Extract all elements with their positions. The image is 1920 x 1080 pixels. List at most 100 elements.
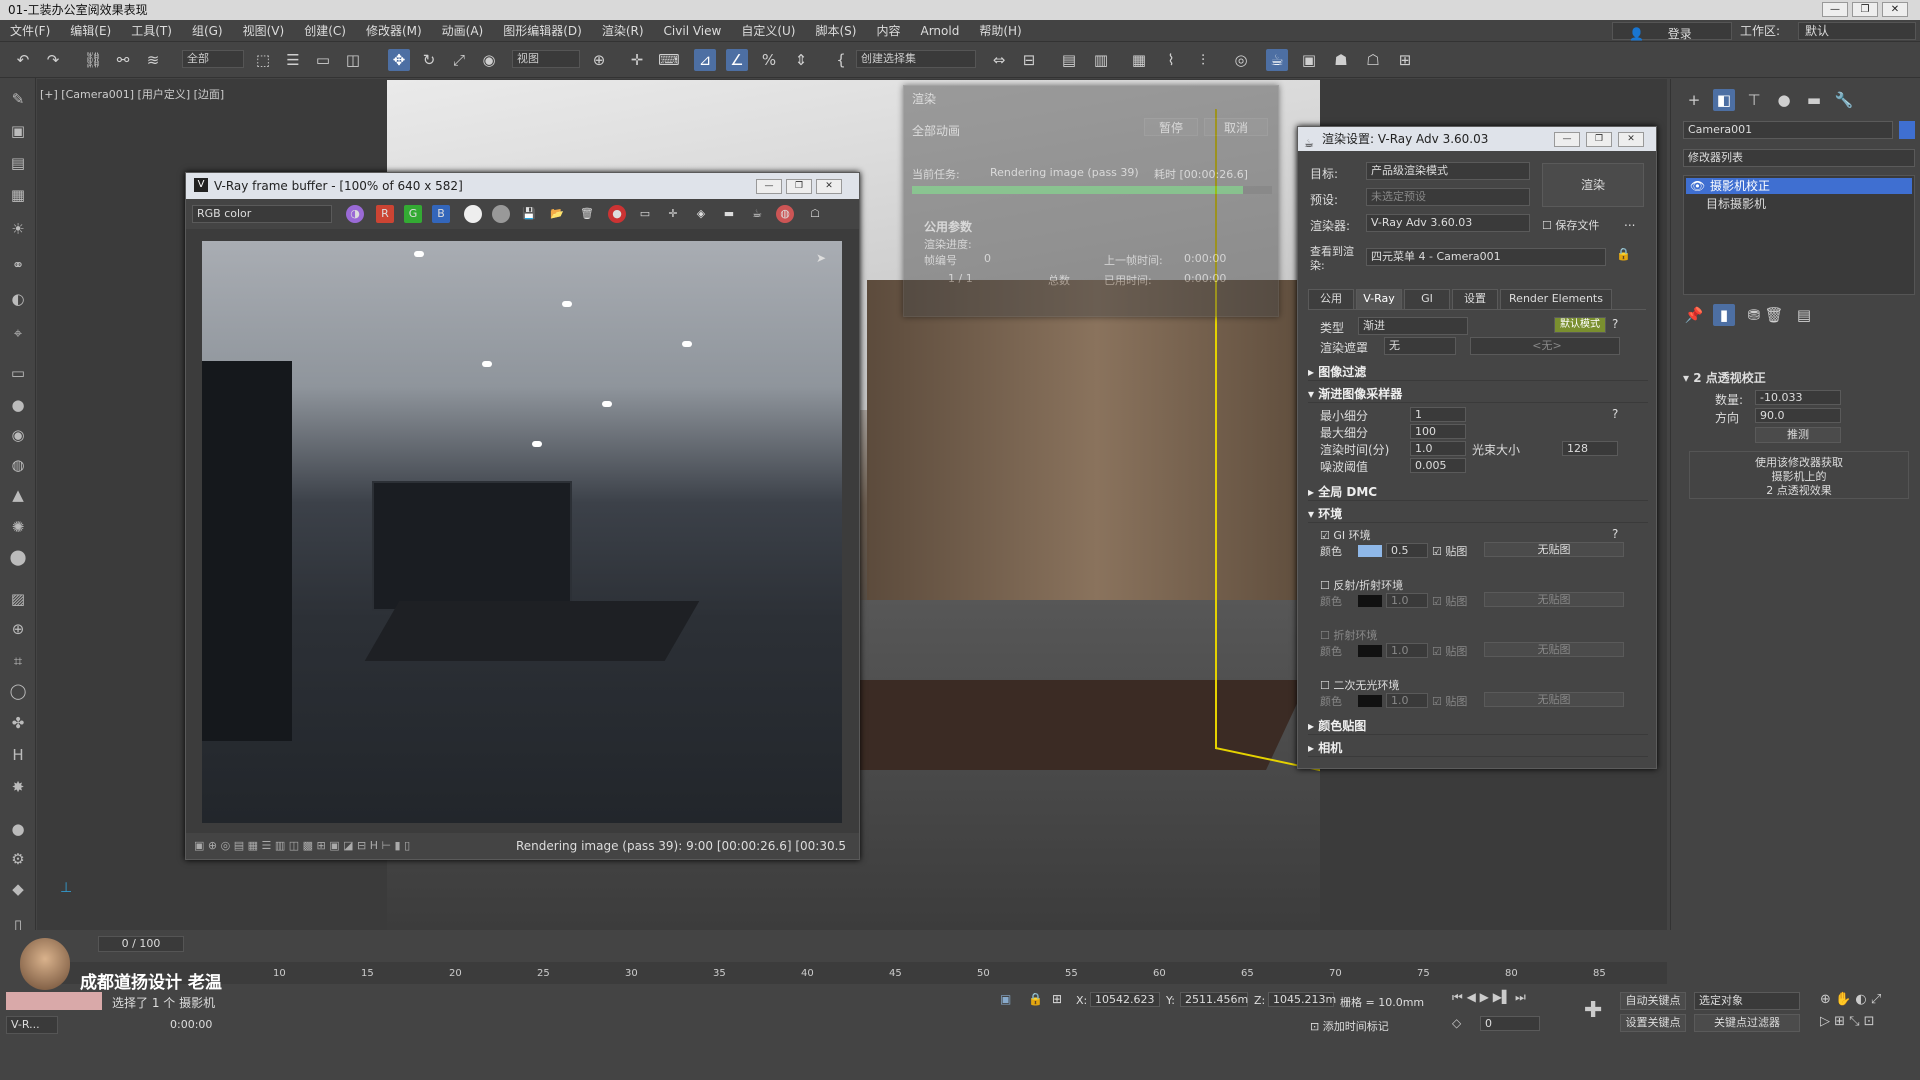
region-render-icon[interactable]: ✛ [664,205,682,223]
tab-gi[interactable]: GI [1404,289,1450,309]
layer-explorer-icon[interactable]: ▥ [1090,49,1112,71]
menu-civil-view[interactable]: Civil View [654,20,732,42]
menu-customize[interactable]: 自定义(U) [731,20,805,42]
menu-scripting[interactable]: 脚本(S) [805,20,866,42]
cube-blue-icon[interactable]: ◆ [7,878,29,900]
secondary-multiplier-spinner[interactable]: 1.0 [1386,693,1428,708]
menu-view[interactable]: 视图(V) [233,20,295,42]
secondary-map-checkbox[interactable]: ☑ 贴图 [1432,693,1467,709]
frame-slider[interactable]: 0 / 100 [98,936,184,952]
menu-group[interactable]: 组(G) [182,20,233,42]
interactive-render-icon[interactable]: ◍ [776,205,794,223]
color-pick-icon[interactable]: ◑ [346,205,364,223]
gi-map-checkbox[interactable]: ☑ 贴图 [1432,543,1467,559]
create-tab-icon[interactable]: + [1683,89,1705,111]
load-image-icon[interactable]: 📂 [548,205,566,223]
timeline[interactable]: 10 15 20 25 30 35 40 45 50 55 60 65 70 7… [37,962,1667,984]
track-mouse-icon[interactable]: ▭ [636,205,654,223]
rect-selection-icon[interactable]: ▭ [312,49,334,71]
motion-tab-icon[interactable]: ● [1773,89,1795,111]
hf-icon[interactable]: H [7,744,29,766]
viewport-label[interactable]: [+] [Camera001] [用户定义] [边面] [40,86,224,102]
undo-icon[interactable]: ↶ [12,49,34,71]
object-name-field[interactable]: Camera001 [1683,121,1893,139]
utility-icon[interactable]: ⚙ [7,848,29,870]
mono-mode-icon[interactable] [492,205,510,223]
menu-modifiers[interactable]: 修改器(M) [356,20,432,42]
tree-icon[interactable]: ✤ [7,712,29,734]
sphere-icon[interactable]: ● [7,394,29,416]
amount-spinner[interactable]: -10.033 [1755,390,1841,405]
geosphere-icon[interactable]: ⬤ [7,546,29,568]
set-key-button[interactable]: 设置关键点 [1620,1014,1686,1032]
lock-view-icon[interactable]: 🔒 [1616,247,1631,261]
show-corrections-icon[interactable]: ▬ [720,205,738,223]
spinner-snap-icon[interactable]: ⇕ [790,49,812,71]
render-production-icon[interactable]: ☗ [1330,49,1352,71]
rollout-global-dmc[interactable]: ▸ 全局 DMC [1308,483,1648,501]
place-icon[interactable]: ◉ [478,49,500,71]
bundle-size-spinner[interactable]: 128 [1562,441,1618,456]
isolate-icon[interactable]: ▣ [1000,992,1011,1006]
snap-toggle-icon[interactable]: ⊿ [694,49,716,71]
render-last-icon[interactable]: ☕ [748,205,766,223]
light-icon[interactable]: ☀ [7,218,29,240]
rollout-image-filter[interactable]: ▸ 图像过滤 [1308,363,1648,381]
refl-env-checkbox[interactable]: ☐ 反射/折射环境 [1320,577,1403,593]
menu-edit[interactable]: 编辑(E) [60,20,121,42]
tab-render-elements[interactable]: Render Elements [1500,289,1612,309]
login-dropdown[interactable]: 👤 登录 [1612,22,1732,41]
gi-map-button[interactable]: 无贴图 [1484,542,1624,557]
refr-env-checkbox[interactable]: ☐ 折射环境 [1320,627,1377,643]
menu-arnold[interactable]: Arnold [910,20,969,42]
rollout-camera[interactable]: ▸ 相机 [1308,739,1648,757]
pause-button[interactable]: 暂停 [1144,118,1198,136]
link-icon[interactable]: ⛓ [82,49,104,71]
align-icon[interactable]: ⊟ [1018,49,1040,71]
cancel-render-button[interactable]: 取消 [1204,118,1268,136]
gi-multiplier-spinner[interactable]: 0.5 [1386,543,1428,558]
scene-explorer-icon[interactable]: ▤ [1058,49,1080,71]
auto-key-button[interactable]: 自动关键点 [1620,992,1686,1010]
x-coord-field[interactable]: 10542.623 [1090,992,1160,1007]
key-mode-icon[interactable]: ◇ [1452,1016,1461,1030]
refr-color-swatch[interactable] [1358,645,1382,657]
gi-color-swatch[interactable] [1358,545,1382,557]
configure-sets-icon[interactable]: ▤ [1793,304,1815,326]
viewport-nav-icons-2[interactable]: ▷ ⊞ ⤡ ⊡ [1820,1014,1875,1029]
pivot-center-icon[interactable]: ⊕ [588,49,610,71]
vfb-minimize-button[interactable]: — [756,179,782,194]
eye-icon[interactable]: 👁 [1690,178,1705,194]
maxscript-listener[interactable] [6,992,102,1010]
rollout-progressive-sampler[interactable]: ▾ 渐进图像采样器 [1308,385,1648,403]
ribbon-icon[interactable]: ▦ [1128,49,1150,71]
box-icon[interactable]: ▣ [7,120,29,142]
show-end-result-icon[interactable]: ▮ [1713,304,1735,326]
paint-icon[interactable]: ✎ [7,88,29,110]
edit-named-sets-icon[interactable]: { [830,49,852,71]
workspace-dropdown[interactable]: 默认 [1798,22,1916,40]
rs-maximize-button[interactable]: ❐ [1586,132,1612,147]
current-frame-field[interactable]: 0 [1480,1016,1540,1031]
rs-close-button[interactable]: ✕ [1618,132,1644,147]
cylinder-icon[interactable]: ◉ [7,424,29,446]
clear-image-icon[interactable]: 🗑 [578,205,596,223]
z-coord-field[interactable]: 1045.213m [1268,992,1336,1007]
layer-icon[interactable]: ▤ [7,152,29,174]
rendered-frame-window-icon[interactable]: ▣ [1298,49,1320,71]
refl-multiplier-spinner[interactable]: 1.0 [1386,593,1428,608]
camera-tool-icon[interactable]: ⌖ [7,322,29,344]
min-subdiv-spinner[interactable]: 1 [1410,407,1466,422]
selected-objects-dropdown[interactable]: 选定对象 [1694,992,1800,1010]
default-mode-button[interactable]: 默认模式 [1554,317,1606,333]
stack-item-camera-correction[interactable]: 👁 摄影机校正 [1686,178,1912,194]
modifier-list-dropdown[interactable]: 修改器列表 [1683,149,1915,167]
gi-env-checkbox[interactable]: ☑ GI 环境 [1320,527,1371,543]
link-tool-icon[interactable]: ⚭ [7,254,29,276]
shape-icon[interactable]: ◐ [7,288,29,310]
torus-icon[interactable]: ◍ [7,454,29,476]
select-object-icon[interactable]: ⬚ [252,49,274,71]
sun-icon[interactable]: ✺ [7,516,29,538]
secondary-map-button[interactable]: 无贴图 [1484,692,1624,707]
angle-snap-icon[interactable]: ∠ [726,49,748,71]
